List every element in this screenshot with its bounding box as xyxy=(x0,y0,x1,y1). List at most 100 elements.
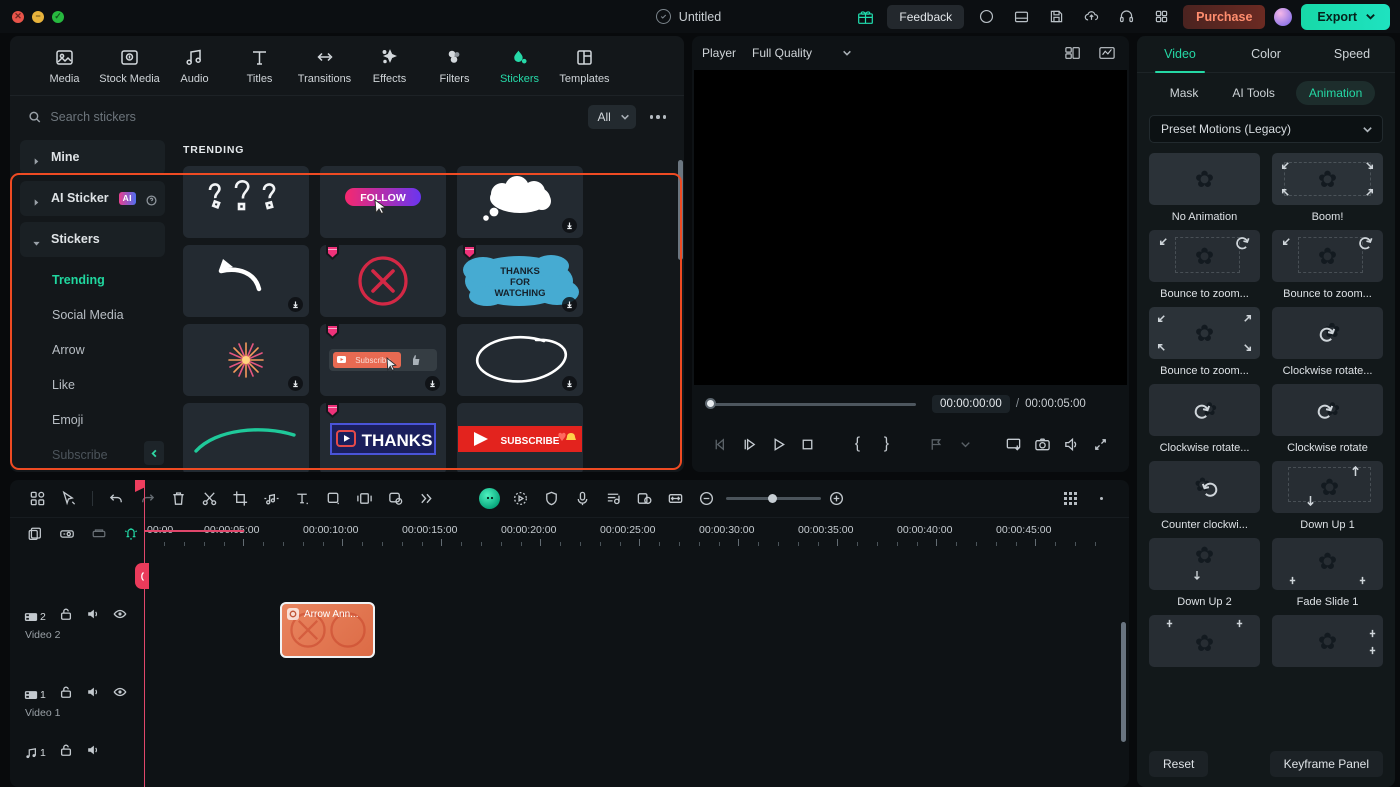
animation-preset[interactable]: ✿ Counter clockwi... xyxy=(1149,461,1260,538)
eye-icon[interactable] xyxy=(113,685,127,704)
playhead[interactable] xyxy=(135,480,149,787)
sticker-item[interactable] xyxy=(457,166,583,238)
add-track-icon[interactable] xyxy=(24,523,46,545)
preset-group-dropdown[interactable]: Preset Motions (Legacy) xyxy=(1149,115,1383,143)
animation-preset[interactable]: ✿ Bounce to zoom... xyxy=(1149,230,1260,307)
animation-preset[interactable]: ✿ Clockwise rotate... xyxy=(1149,384,1260,461)
animation-preset[interactable]: ✿ xyxy=(1272,615,1383,692)
cloud-upload-icon[interactable] xyxy=(1078,5,1104,29)
sticker-item[interactable] xyxy=(320,245,446,317)
lock-icon[interactable] xyxy=(59,743,73,762)
feedback-button[interactable]: Feedback xyxy=(887,4,965,29)
category-group-mine[interactable]: Mine xyxy=(20,140,165,175)
reset-button[interactable]: Reset xyxy=(1149,751,1209,777)
snapshot-icon[interactable] xyxy=(1028,430,1057,458)
apps-grid-icon[interactable] xyxy=(1148,5,1174,29)
playback-scrubber[interactable] xyxy=(705,398,916,409)
sticker-filter-dropdown[interactable]: All xyxy=(587,105,636,129)
sticker-item[interactable] xyxy=(183,166,309,238)
tab-media[interactable]: Media xyxy=(32,47,97,85)
stop-icon[interactable] xyxy=(793,430,822,458)
marker-dot-icon[interactable] xyxy=(1086,486,1117,512)
undo-icon[interactable] xyxy=(101,486,132,512)
fullscreen-icon[interactable] xyxy=(1086,430,1115,458)
audio-detach-icon[interactable] xyxy=(256,486,287,512)
maximize-window-button[interactable]: ✓ xyxy=(52,10,64,23)
sidebar-item-emoji[interactable]: Emoji xyxy=(10,402,175,437)
crop-icon[interactable] xyxy=(225,486,256,512)
tab-color[interactable]: Color xyxy=(1223,36,1309,72)
purchase-button[interactable]: Purchase xyxy=(1183,4,1266,29)
support-icon[interactable] xyxy=(1113,5,1139,29)
sticker-item[interactable]: Subscribe xyxy=(320,324,446,396)
split-view-icon[interactable] xyxy=(1061,42,1085,64)
volume-icon[interactable] xyxy=(1057,430,1086,458)
help-icon[interactable] xyxy=(146,193,157,206)
scope-icon[interactable] xyxy=(1095,42,1119,64)
subtab-ai-tools[interactable]: AI Tools xyxy=(1219,81,1287,105)
zoom-out-icon[interactable] xyxy=(691,486,722,512)
magnet-icon[interactable] xyxy=(120,523,142,545)
download-icon[interactable] xyxy=(425,376,440,391)
close-window-button[interactable]: ✕ xyxy=(12,10,24,23)
sticker-item[interactable] xyxy=(183,324,309,396)
sticker-item[interactable] xyxy=(183,245,309,317)
link-icon[interactable] xyxy=(56,523,78,545)
animation-preset[interactable]: ✿ Fade Slide 1 xyxy=(1272,538,1383,615)
mark-in-icon[interactable]: { xyxy=(843,430,872,458)
split-icon[interactable] xyxy=(194,486,225,512)
save-status-icon[interactable] xyxy=(656,9,671,24)
cursor-select-icon[interactable] xyxy=(53,486,84,512)
download-icon[interactable] xyxy=(562,297,577,312)
save-icon[interactable] xyxy=(1043,5,1069,29)
text-icon[interactable] xyxy=(287,486,318,512)
animation-preset[interactable]: ✿ Clockwise rotate xyxy=(1272,384,1383,461)
lock-icon[interactable] xyxy=(59,607,73,626)
fit-timeline-icon[interactable] xyxy=(660,486,691,512)
screen-record-icon[interactable] xyxy=(629,486,660,512)
quality-dropdown[interactable]: Full Quality xyxy=(746,43,858,63)
sticker-grid-scrollbar[interactable] xyxy=(678,160,683,260)
animation-preset[interactable]: ✿ xyxy=(1149,615,1260,692)
sticker-item[interactable]: THANKS FOR WATCHING xyxy=(457,245,583,317)
timeline-clip[interactable]: Arrow Ann... xyxy=(280,602,375,658)
animation-preset[interactable]: ✿ Down Up 2 xyxy=(1149,538,1260,615)
download-icon[interactable] xyxy=(562,376,577,391)
search-input[interactable] xyxy=(50,110,574,124)
animation-preset[interactable]: ✿ Bounce to zoom... xyxy=(1272,230,1383,307)
transition-icon[interactable] xyxy=(349,486,380,512)
group-icon[interactable] xyxy=(88,523,110,545)
tab-stickers[interactable]: Stickers xyxy=(487,47,552,85)
sidebar-item-social-media[interactable]: Social Media xyxy=(10,298,175,333)
audio-mix-icon[interactable] xyxy=(598,486,629,512)
tab-templates[interactable]: Templates xyxy=(552,47,617,85)
layout-grid-icon[interactable] xyxy=(22,486,53,512)
tab-filters[interactable]: Filters xyxy=(422,47,487,85)
auto-reframe-icon[interactable] xyxy=(505,486,536,512)
animation-preset[interactable]: ✿ Boom! xyxy=(1272,153,1383,230)
sidebar-item-like[interactable]: Like xyxy=(10,367,175,402)
step-frame-icon[interactable] xyxy=(735,430,764,458)
timeline-ruler[interactable]: 00:00 00:00:05:00 00:00:10:00 00:00:15:0… xyxy=(144,518,1129,550)
tab-video[interactable]: Video xyxy=(1137,36,1223,73)
tab-effects[interactable]: Effects xyxy=(357,47,422,85)
mute-icon[interactable] xyxy=(86,743,100,762)
subtab-animation[interactable]: Animation xyxy=(1295,81,1376,105)
delete-icon[interactable] xyxy=(163,486,194,512)
more-options-icon[interactable] xyxy=(646,109,671,125)
overlay-icon[interactable] xyxy=(318,486,349,512)
timeline-vertical-scrollbar[interactable] xyxy=(1121,622,1126,742)
category-group-stickers[interactable]: Stickers xyxy=(20,221,165,257)
minimize-window-button[interactable]: − xyxy=(32,10,44,23)
lock-icon[interactable] xyxy=(59,685,73,704)
sticker-item[interactable]: FOLLOW xyxy=(320,166,446,238)
gift-icon[interactable] xyxy=(852,5,878,29)
export-button[interactable]: Export xyxy=(1301,3,1390,30)
tab-transitions[interactable]: Transitions xyxy=(292,47,357,85)
ai-copilot-icon[interactable] xyxy=(474,486,505,512)
markers-dropdown-icon[interactable] xyxy=(951,430,980,458)
prev-frame-icon[interactable] xyxy=(706,430,735,458)
record-icon[interactable] xyxy=(973,5,999,29)
animation-preset[interactable]: ✿ Down Up 1 xyxy=(1272,461,1383,538)
sticker-item[interactable]: SUBSCRIBE xyxy=(457,403,583,472)
